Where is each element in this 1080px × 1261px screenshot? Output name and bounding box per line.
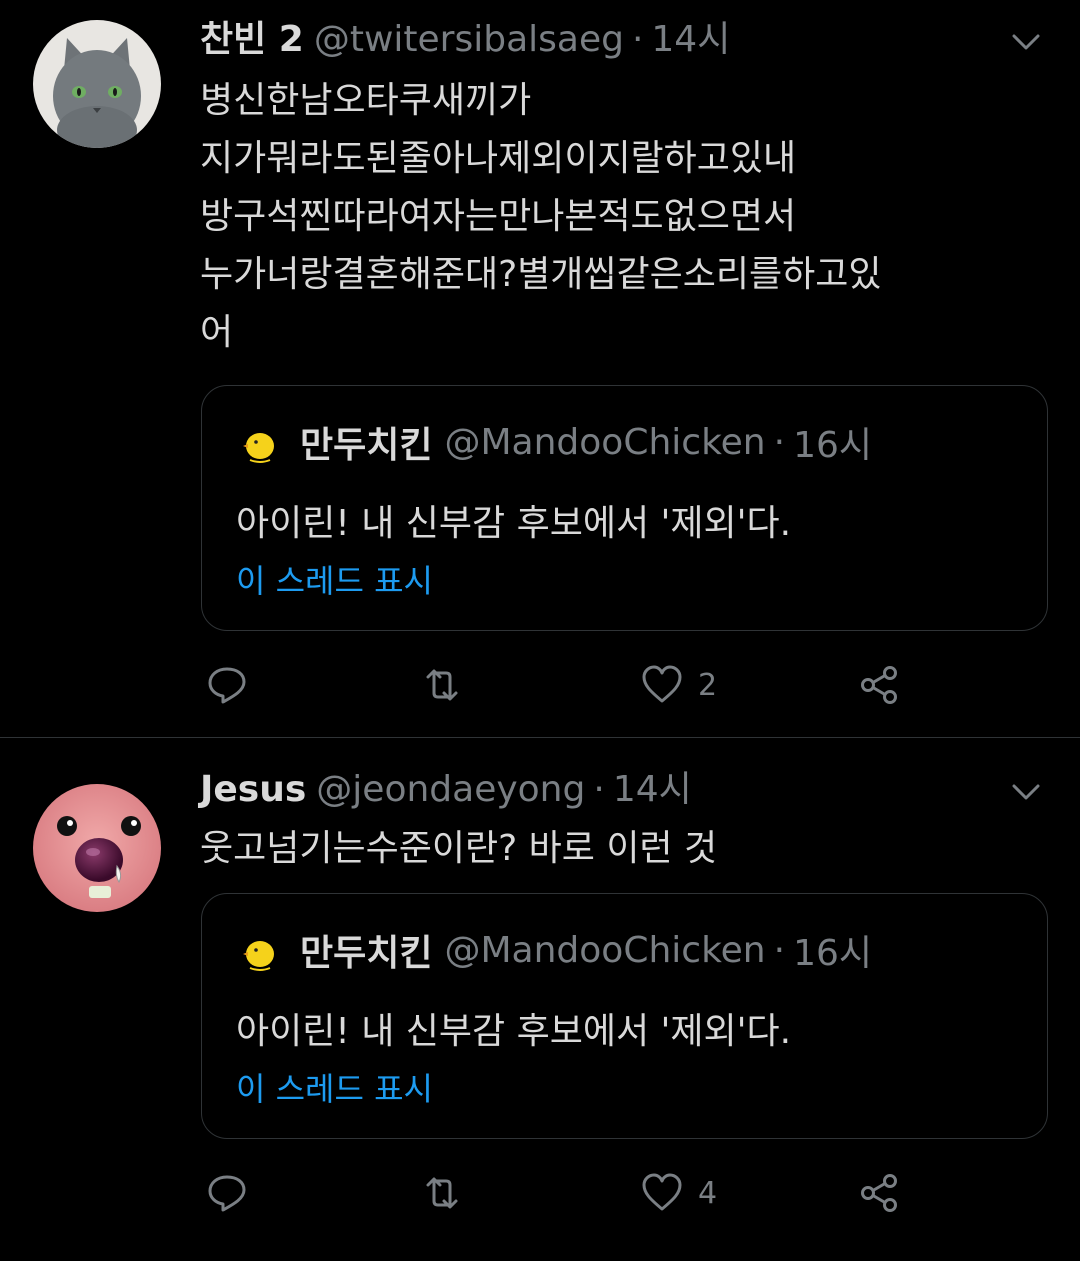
reply-button[interactable] (205, 1168, 249, 1218)
tweet-actions: 4 (0, 1168, 1080, 1218)
author-avatar[interactable] (33, 784, 161, 912)
tweet-header: 찬빈 2 @twitersibalsaeg · 14시 (200, 16, 730, 64)
tweet-time[interactable]: 14시 (651, 16, 730, 64)
author-handle[interactable]: @jeondaeyong (316, 766, 585, 814)
tweet-text-line: 웃고넘기는수준이란? 바로 이런 것 (200, 828, 718, 869)
quoted-tweet[interactable]: 만두치킨 @MandooChicken · 16시 아이린! 내 신부감 후보에… (201, 893, 1048, 1139)
tweet[interactable]: 찬빈 2 @twitersibalsaeg · 14시 병신한남오타쿠새끼가 지… (0, 0, 1080, 737)
tweet-text: 병신한남오타쿠새끼가 지가뭐라도된줄아나제외이지랄하고있내 방구석찐따라여자는만… (200, 72, 1060, 362)
author-avatar[interactable] (33, 20, 161, 148)
like-button[interactable]: 2 (640, 660, 717, 710)
tweet-text-line: 방구석찐따라여자는만나본적도없으면서 (200, 196, 797, 237)
tweet-text-line: 병신한남오타쿠새끼가 (200, 80, 532, 121)
quoted-tweet-time: 16시 (793, 425, 872, 466)
yellow-chick-avatar-icon (243, 433, 274, 463)
quoted-author-handle: @MandooChicken (444, 929, 766, 971)
gray-cat-avatar-icon (33, 20, 161, 148)
quoted-author-handle: @MandooChicken (444, 421, 766, 463)
retweet-icon (426, 1177, 458, 1209)
retweet-button[interactable] (420, 1168, 464, 1218)
separator-dot: · (631, 19, 644, 60)
tweet[interactable]: Jesus @jeondaeyong · 14시 웃고넘기는수준이란? 바로 이… (0, 738, 1080, 1261)
more-options-button[interactable] (1008, 774, 1044, 810)
quoted-tweet-text: 아이린! 내 신부감 후보에서 '제외'다. (236, 1011, 792, 1052)
author-name[interactable]: 찬빈 2 (200, 16, 304, 64)
quoted-author-name: 만두치킨 (300, 425, 433, 466)
tweet-text-line: 지가뭐라도된줄아나제외이지랄하고있내 (200, 138, 797, 179)
tweet-header: Jesus @jeondaeyong · 14시 (200, 766, 692, 814)
quoted-tweet-time: 16시 (793, 933, 872, 974)
share-button[interactable] (858, 660, 902, 710)
share-button[interactable] (858, 1168, 902, 1218)
pink-mole-avatar-icon (33, 784, 161, 912)
chevron-down-icon (1012, 34, 1040, 50)
share-icon (861, 666, 897, 704)
tweet-text: 웃고넘기는수준이란? 바로 이런 것 (200, 820, 1060, 878)
separator-dot: · (593, 769, 605, 810)
quoted-tweet-text: 아이린! 내 신부감 후보에서 '제외'다. (236, 503, 792, 544)
author-handle[interactable]: @twitersibalsaeg (314, 16, 624, 64)
yellow-chick-avatar-icon (243, 941, 274, 971)
like-count: 2 (698, 667, 718, 703)
share-icon (861, 1174, 897, 1212)
separator-dot: · (773, 421, 786, 463)
reply-icon (208, 667, 246, 704)
quoted-tweet[interactable]: 만두치킨 @MandooChicken · 16시 아이린! 내 신부감 후보에… (201, 385, 1048, 631)
heart-icon (642, 1173, 682, 1211)
reply-icon (208, 1175, 246, 1212)
reply-button[interactable] (205, 660, 249, 710)
tweet-text-line: 누가너랑결혼해준대?별개씹같은소리를하고있 (200, 254, 882, 295)
heart-icon (642, 665, 682, 703)
tweet-text-line: 어 (200, 312, 234, 353)
like-button[interactable]: 4 (640, 1168, 717, 1218)
chevron-down-icon (1012, 784, 1040, 800)
more-options-button[interactable] (1008, 24, 1044, 60)
quoted-author-name: 만두치킨 (300, 933, 433, 974)
retweet-button[interactable] (420, 660, 464, 710)
quoted-tweet-header: 만두치킨 @MandooChicken · 16시 (238, 924, 872, 976)
separator-dot: · (773, 929, 786, 971)
show-thread-link[interactable]: 이 스레드 표시 (236, 1064, 433, 1110)
tweet-time[interactable]: 14시 (613, 766, 692, 814)
show-thread-link[interactable]: 이 스레드 표시 (236, 556, 433, 602)
quoted-tweet-header: 만두치킨 @MandooChicken · 16시 (238, 416, 872, 468)
author-name[interactable]: Jesus (200, 766, 306, 814)
like-count: 4 (698, 1175, 718, 1211)
retweet-icon (426, 669, 458, 701)
tweet-actions: 2 (0, 660, 1080, 710)
